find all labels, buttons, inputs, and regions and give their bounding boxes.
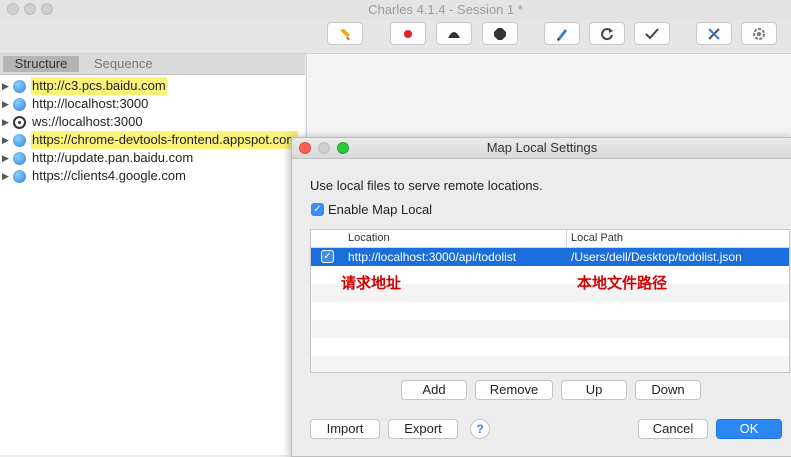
tree-item-ws-localhost[interactable]: ▶ ws://localhost:3000 <box>0 113 305 131</box>
empty-row <box>311 356 789 372</box>
validate-button[interactable] <box>634 22 670 45</box>
cancel-button[interactable]: Cancel <box>638 419 708 439</box>
expand-arrow-icon[interactable]: ▶ <box>2 113 9 131</box>
globe-icon <box>13 170 26 183</box>
tree-item-c3-pcs-baidu[interactable]: ▶ http://c3.pcs.baidu.com <box>0 77 305 95</box>
enable-map-local-label: Enable Map Local <box>328 202 433 217</box>
check-icon <box>645 27 659 39</box>
remove-button[interactable]: Remove <box>475 380 553 400</box>
expand-arrow-icon[interactable]: ▶ <box>2 77 9 95</box>
export-button[interactable]: Export <box>388 419 458 439</box>
window-title: Charles 4.1.4 - Session 1 * <box>368 2 523 17</box>
clear-session-button[interactable] <box>327 22 363 45</box>
mappings-table: Location Local Path ✓ http://localhost:3… <box>310 229 790 373</box>
row-local-path: /Users/dell/Desktop/todolist.json <box>571 250 742 264</box>
column-location[interactable]: Location <box>348 230 390 247</box>
tree-item-label: http://update.pan.baidu.com <box>32 150 194 165</box>
tree-item-localhost[interactable]: ▶ http://localhost:3000 <box>0 95 305 113</box>
view-tabs: Structure Sequence <box>0 54 305 75</box>
column-local-path[interactable]: Local Path <box>571 230 623 247</box>
tree-item-chrome-devtools[interactable]: ▶ https://chrome-devtools-frontend.appsp… <box>0 131 305 149</box>
map-local-dialog: Map Local Settings Use local files to se… <box>291 137 791 457</box>
record-icon <box>404 29 412 38</box>
globe-icon <box>13 98 26 111</box>
toolbar <box>0 20 791 54</box>
compose-button[interactable] <box>544 22 580 45</box>
row-location: http://localhost:3000/api/todolist <box>348 250 517 264</box>
settings-button[interactable] <box>741 22 777 45</box>
tab-structure[interactable]: Structure <box>3 56 79 72</box>
detail-pane <box>306 54 791 139</box>
globe-icon <box>13 80 26 93</box>
structure-panel: Structure Sequence ▶ http://c3.pcs.baidu… <box>0 54 305 455</box>
add-button[interactable]: Add <box>401 380 467 400</box>
help-button[interactable]: ? <box>470 419 490 439</box>
dialog-title: Map Local Settings <box>486 140 598 155</box>
tab-sequence[interactable]: Sequence <box>94 56 153 72</box>
refresh-icon <box>601 27 613 40</box>
tree-item-label: https://clients4.google.com <box>32 168 186 183</box>
column-divider <box>566 230 567 247</box>
tree-item-label: ws://localhost:3000 <box>32 114 143 129</box>
record-button[interactable] <box>390 22 426 45</box>
websocket-icon <box>13 116 26 129</box>
empty-row <box>311 320 789 338</box>
broom-icon <box>340 28 350 41</box>
throttle-button[interactable] <box>436 22 472 45</box>
import-button[interactable]: Import <box>310 419 380 439</box>
empty-row <box>311 302 789 320</box>
down-button[interactable]: Down <box>635 380 701 400</box>
expand-arrow-icon[interactable]: ▶ <box>2 167 9 185</box>
title-bar: Charles 4.1.4 - Session 1 * <box>0 0 791 20</box>
repeat-button[interactable] <box>589 22 625 45</box>
ok-button[interactable]: OK <box>716 419 782 439</box>
location-annotation: 请求地址 <box>341 274 402 292</box>
pen-icon <box>557 28 567 41</box>
row-enabled-checkbox[interactable]: ✓ <box>321 250 334 263</box>
tools-icon <box>708 27 720 40</box>
expand-arrow-icon[interactable]: ▶ <box>2 131 9 149</box>
dialog-title-bar: Map Local Settings <box>292 138 791 159</box>
empty-row <box>311 338 789 356</box>
enable-map-local-checkbox[interactable]: ✓ <box>311 203 324 216</box>
table-row[interactable]: ✓ http://localhost:3000/api/todolist /Us… <box>311 248 789 266</box>
expand-arrow-icon[interactable]: ▶ <box>2 95 9 113</box>
throttle-icon <box>448 31 460 38</box>
settings-icon <box>753 27 765 40</box>
local-path-annotation: 本地文件路径 <box>577 274 668 292</box>
globe-icon <box>13 152 26 165</box>
dialog-description: Use local files to serve remote location… <box>310 178 543 193</box>
breakpoints-button[interactable] <box>482 22 518 45</box>
globe-icon <box>13 134 26 147</box>
tree-item-label: http://c3.pcs.baidu.com <box>31 77 167 95</box>
expand-arrow-icon[interactable]: ▶ <box>2 149 9 167</box>
tree-item-label: http://localhost:3000 <box>32 96 149 111</box>
tree-item-label: https://chrome-devtools-frontend.appspot… <box>31 131 299 149</box>
tree-item-clients4-google[interactable]: ▶ https://clients4.google.com <box>0 167 305 185</box>
stop-icon <box>494 27 506 40</box>
tree-item-update-pan-baidu[interactable]: ▶ http://update.pan.baidu.com <box>0 149 305 167</box>
tools-button[interactable] <box>696 22 732 45</box>
up-button[interactable]: Up <box>561 380 627 400</box>
table-header: Location Local Path <box>311 230 789 248</box>
